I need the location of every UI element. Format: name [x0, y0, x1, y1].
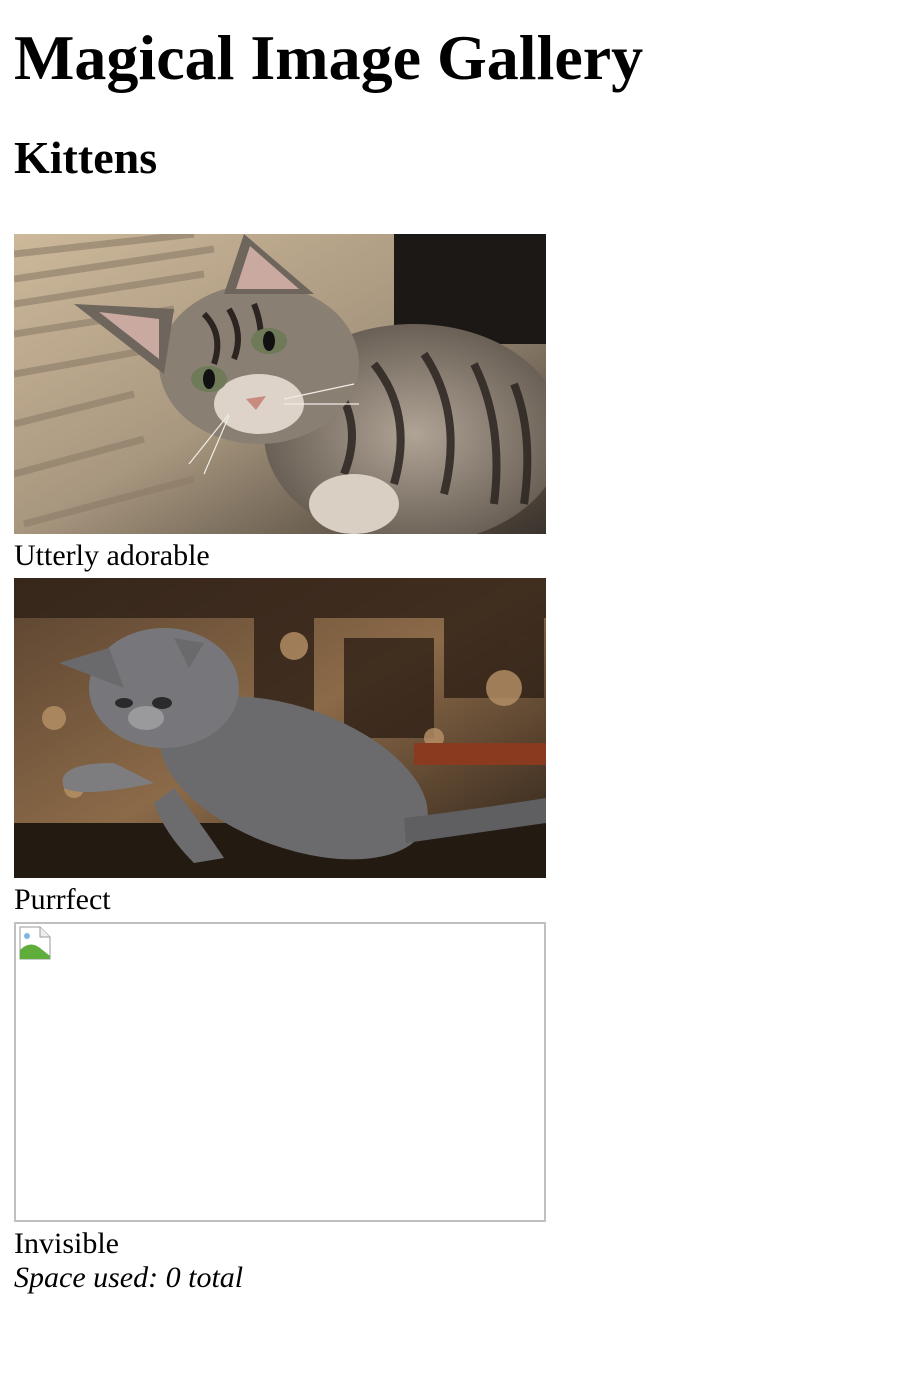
image-gallery: Utterly adorable Purrfect Invisible: [14, 234, 900, 1266]
gallery-item: Invisible: [14, 922, 546, 1266]
broken-image-icon: [19, 926, 51, 960]
image-caption: Purrfect: [14, 883, 111, 916]
section-title: Kittens: [14, 132, 158, 183]
page: Magical Image Gallery Kittens Utterly ad…: [0, 0, 914, 1296]
space-used-note: Space used: 0 total: [14, 1261, 244, 1294]
image-caption: Utterly adorable: [14, 539, 210, 572]
gallery-item: Utterly adorable: [14, 234, 546, 578]
tabby-kitten-photo: [14, 234, 546, 534]
broken-image-placeholder: [14, 922, 546, 1222]
page-title: Magical Image Gallery: [14, 22, 644, 93]
gallery-item: Purrfect: [14, 578, 546, 922]
grey-kitten-photo: [14, 578, 546, 878]
